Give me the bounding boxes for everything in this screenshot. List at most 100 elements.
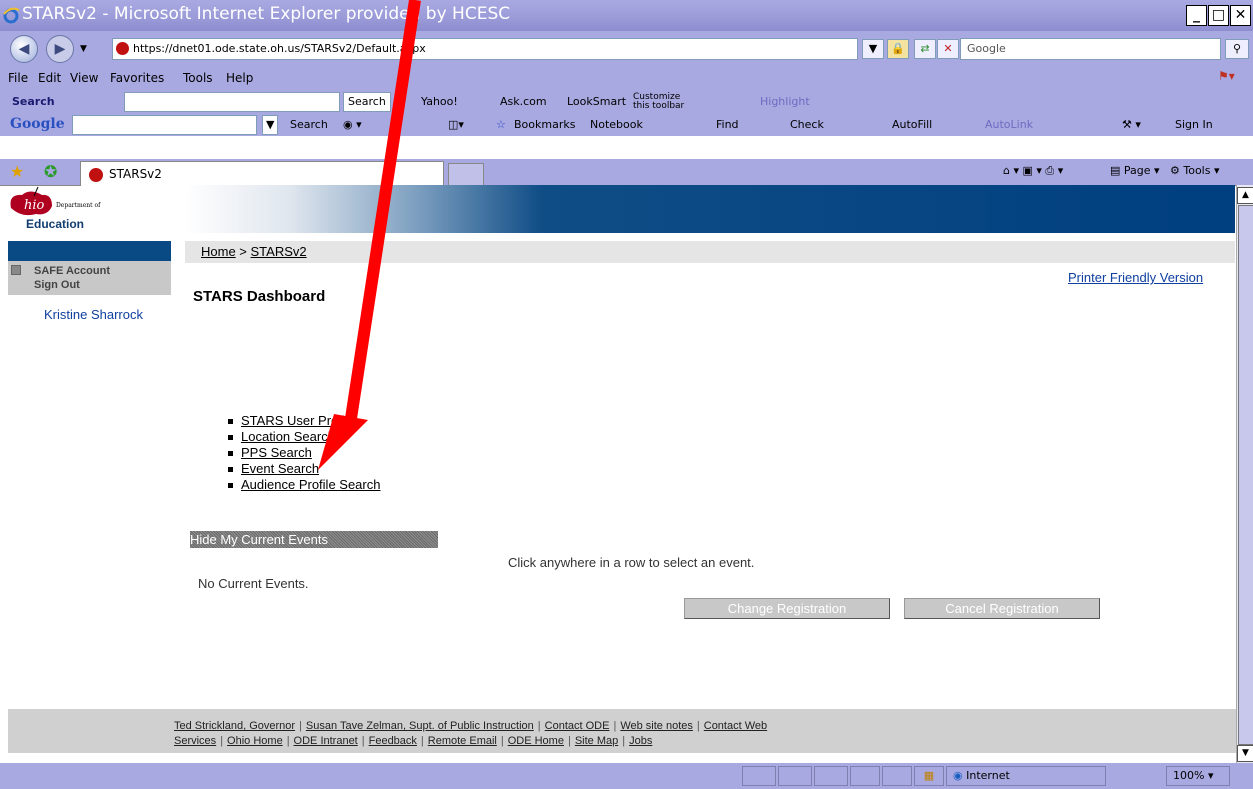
printer-friendly-link[interactable]: Printer Friendly Version bbox=[1068, 270, 1203, 285]
mysearch-input[interactable] bbox=[124, 92, 340, 112]
footer-link-contact-web[interactable]: Contact Web bbox=[704, 720, 767, 732]
hide-current-events-toggle[interactable]: Hide My Current Events bbox=[190, 531, 438, 548]
logo-education: Education bbox=[26, 217, 85, 231]
forward-button[interactable]: ▶ bbox=[46, 35, 74, 63]
scroll-up-icon[interactable]: ▲ bbox=[1237, 187, 1253, 204]
tool-icons[interactable]: ◉ ▾ bbox=[343, 118, 362, 131]
menu-tools[interactable]: Tools bbox=[183, 71, 213, 85]
menu-edit[interactable]: Edit bbox=[38, 71, 61, 85]
page-footer: Ted Strickland, Governor | Susan Tave Zelm… bbox=[8, 709, 1236, 753]
event-search-link[interactable]: Event Search bbox=[241, 461, 319, 476]
live-search-input[interactable]: Google bbox=[960, 38, 1221, 60]
new-tab-button[interactable] bbox=[448, 163, 484, 187]
stars-user-profile-link[interactable]: STARS User Profile bbox=[241, 413, 355, 428]
bookmarks-button[interactable]: Bookmarks bbox=[514, 118, 575, 131]
find-button[interactable]: Find bbox=[716, 118, 739, 131]
footer-link-ode-home[interactable]: ODE Home bbox=[508, 735, 564, 747]
list-item: Location Search bbox=[228, 429, 380, 445]
lock-icon bbox=[11, 265, 21, 275]
change-registration-button[interactable]: Change Registration bbox=[684, 598, 890, 619]
mysearch-button[interactable]: Search bbox=[343, 92, 391, 112]
cancel-registration-button[interactable]: Cancel Registration bbox=[904, 598, 1100, 619]
left-nav-header bbox=[8, 241, 171, 261]
location-search-link[interactable]: Location Search bbox=[241, 429, 335, 444]
menu-favorites[interactable]: Favorites bbox=[110, 71, 164, 85]
status-cell bbox=[742, 766, 776, 786]
vertical-scrollbar[interactable]: ▲ ▼ bbox=[1236, 185, 1253, 763]
google-search-dropdown-icon[interactable]: ▼ bbox=[262, 115, 279, 135]
pps-search-link[interactable]: PPS Search bbox=[241, 445, 312, 460]
zoom-level[interactable]: 100% ▾ bbox=[1166, 766, 1230, 786]
select-event-hint: Click anywhere in a row to select an eve… bbox=[508, 555, 755, 570]
close-button[interactable]: ✕ bbox=[1230, 5, 1251, 26]
page-menu[interactable]: ▤ Page ▾ bbox=[1110, 164, 1160, 177]
autofill-button[interactable]: AutoFill bbox=[892, 118, 932, 131]
minimize-button[interactable]: _ bbox=[1186, 5, 1207, 26]
menu-view[interactable]: View bbox=[70, 71, 98, 85]
audience-profile-search-link[interactable]: Audience Profile Search bbox=[241, 477, 380, 492]
star-icon[interactable]: ☆ bbox=[496, 118, 506, 131]
yahoo-button[interactable]: Yahoo! bbox=[421, 95, 458, 108]
lock-icon[interactable]: 🔒 bbox=[887, 39, 909, 59]
wrench-icon[interactable]: ⚒ ▾ bbox=[1122, 118, 1141, 131]
ode-banner bbox=[185, 185, 1235, 233]
footer-link-jobs[interactable]: Jobs bbox=[629, 735, 652, 747]
google-toolbar: Google ▼ Search ◉ ▾ ◫▾ ☆ Bookmarks Noteb… bbox=[0, 113, 1253, 136]
tools-menu[interactable]: ⚙ Tools ▾ bbox=[1170, 164, 1220, 177]
notebook-button[interactable]: Notebook bbox=[590, 118, 643, 131]
footer-link-ohio-home[interactable]: Ohio Home bbox=[227, 735, 283, 747]
footer-link-services[interactable]: Services bbox=[174, 735, 216, 747]
list-item: Event Search bbox=[228, 461, 380, 477]
footer-link-governor[interactable]: Ted Strickland, Governor bbox=[174, 720, 295, 732]
menu-file[interactable]: File bbox=[8, 71, 28, 85]
menu-help[interactable]: Help bbox=[226, 71, 253, 85]
ohio-education-logo[interactable]: hio Department of Education bbox=[8, 186, 168, 234]
breadcrumb-current[interactable]: STARSv2 bbox=[251, 244, 307, 259]
stop-icon[interactable]: ✕ bbox=[937, 39, 959, 59]
customize-toolbar-button[interactable]: Customize this toolbar bbox=[633, 93, 697, 111]
looksmart-button[interactable]: LookSmart bbox=[567, 95, 626, 108]
autolink-button[interactable]: AutoLink bbox=[985, 118, 1033, 131]
sign-out-link[interactable]: Sign Out bbox=[34, 279, 80, 291]
ask-button[interactable]: Ask.com bbox=[500, 95, 547, 108]
footer-link-site-map[interactable]: Site Map bbox=[575, 735, 618, 747]
favorites-star-icon[interactable]: ★ bbox=[10, 162, 24, 181]
back-button[interactable]: ◀ bbox=[10, 35, 38, 63]
dashboard-links: STARS User Profile Location Search PPS S… bbox=[228, 413, 380, 493]
highlight-button[interactable]: Highlight bbox=[760, 95, 810, 108]
footer-link-supt[interactable]: Susan Tave Zelman, Supt. of Public Instr… bbox=[306, 720, 534, 732]
tab-starsv2[interactable]: STARSv2 bbox=[80, 161, 444, 186]
footer-link-remote-email[interactable]: Remote Email bbox=[428, 735, 497, 747]
google-search-input[interactable] bbox=[72, 115, 257, 135]
search-go-icon[interactable]: ⚲ bbox=[1225, 39, 1249, 59]
window-icon[interactable]: ◫▾ bbox=[448, 118, 464, 131]
footer-link-feedback[interactable]: Feedback bbox=[369, 735, 417, 747]
address-bar: ◀ ▶ ▼ https://dnet01.ode.state.oh.us/STA… bbox=[0, 31, 1253, 67]
footer-link-intranet[interactable]: ODE Intranet bbox=[294, 735, 358, 747]
footer-link-web-notes[interactable]: Web site notes bbox=[620, 720, 693, 732]
footer-link-contact-ode[interactable]: Contact ODE bbox=[545, 720, 610, 732]
safe-account-link[interactable]: SAFE Account bbox=[34, 265, 110, 277]
page-title: STARS Dashboard bbox=[193, 288, 326, 305]
google-search-button[interactable]: Search bbox=[290, 118, 328, 131]
scroll-down-icon[interactable]: ▼ bbox=[1237, 745, 1253, 762]
breadcrumb-home[interactable]: Home bbox=[201, 244, 236, 259]
no-events-message: No Current Events. bbox=[198, 576, 309, 591]
refresh-icon[interactable]: ⇄ bbox=[914, 39, 936, 59]
restore-button[interactable]: □ bbox=[1208, 5, 1229, 26]
popup-blocker-icon[interactable]: ▦ bbox=[914, 766, 944, 786]
history-dropdown-icon[interactable]: ▼ bbox=[80, 44, 87, 54]
command-icons[interactable]: ⌂ ▾ ▣ ▾ ⎙ ▾ bbox=[1003, 164, 1063, 178]
signin-button[interactable]: Sign In bbox=[1175, 118, 1213, 131]
status-bar: ▦ ◉ Internet 100% ▾ bbox=[0, 763, 1253, 789]
spellcheck-button[interactable]: Check bbox=[790, 118, 824, 131]
url-input[interactable]: https://dnet01.ode.state.oh.us/STARSv2/D… bbox=[112, 38, 858, 60]
safe-account-box: SAFE Account Sign Out bbox=[8, 261, 171, 295]
toolbar-extension-icon[interactable]: ⚑▾ bbox=[1218, 69, 1235, 83]
mysearch-logo[interactable]: Search bbox=[12, 95, 55, 108]
url-dropdown-icon[interactable]: ▼ bbox=[862, 39, 884, 59]
add-favorite-icon[interactable]: ✪ bbox=[44, 162, 57, 181]
scroll-thumb[interactable] bbox=[1238, 205, 1253, 745]
status-cell bbox=[882, 766, 912, 786]
list-item: PPS Search bbox=[228, 445, 380, 461]
